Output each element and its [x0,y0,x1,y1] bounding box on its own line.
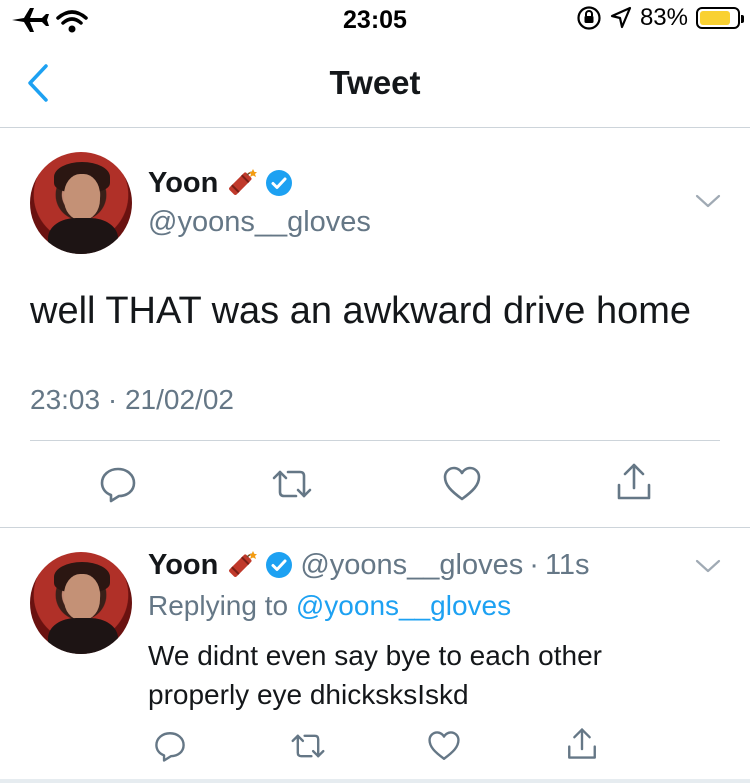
avatar-face [64,174,100,220]
reply-like-button[interactable] [424,726,464,766]
location-icon [610,6,632,29]
retweet-button[interactable] [268,462,316,506]
like-icon [428,731,460,760]
verified-badge-icon [266,170,293,196]
battery-percent: 83% [639,4,688,31]
author-name-row[interactable]: Yoon [148,166,294,200]
tweet-time: 23:03 [30,384,101,415]
chevron-down-icon [695,194,721,208]
reply-icon [100,467,136,503]
reply-author-name: Yoon [148,548,219,581]
reply-icon [155,732,185,762]
share-button[interactable] [612,460,656,504]
replying-to-label: Replying to [148,590,289,621]
reply-separator: · [529,548,539,581]
tweet-text: well THAT was an awkward drive home [30,290,692,332]
avatar-body [48,618,118,654]
avatar-face [64,574,100,620]
reply-button[interactable] [96,462,140,506]
reply-header-row[interactable]: Yoon @yoons__gloves · 11s [148,548,590,582]
chevron-down-icon [695,559,721,573]
reply-avatar[interactable] [30,552,132,654]
avatar[interactable] [30,152,132,254]
status-bar: 23:05 83% [0,0,750,40]
like-button[interactable] [440,462,484,506]
tweet-menu-button[interactable] [694,192,722,215]
battery-level-fill [700,11,730,25]
author-name: Yoon [148,166,219,199]
reply-age: 11s [544,548,590,581]
reply-retweet-button[interactable] [286,726,330,766]
status-right-icons: 83% [576,4,744,32]
section-separator [0,527,750,528]
reply-share-button[interactable] [562,724,602,764]
tweet-timestamp: 23:03 · 21/02/02 [30,384,234,416]
orientation-lock-icon [577,6,601,30]
reply-reply-button[interactable] [150,726,190,766]
nav-divider [0,127,750,128]
replying-to-handle-link[interactable]: @yoons__gloves [296,590,511,621]
like-icon [443,466,481,501]
replying-to-line: Replying to @yoons__gloves [148,590,511,622]
meta-separator: · [107,384,118,415]
share-icon [617,463,651,500]
dynamite-icon [229,551,258,577]
reply-text: We didnt even say bye to each other prop… [148,636,602,714]
page-title: Tweet [329,64,421,101]
reply-author-handle: @yoons__gloves [300,548,524,581]
reply-text-line-2: properly eye dhicksksIskd [148,679,469,710]
meta-divider [30,440,720,441]
battery-icon [696,7,744,29]
reply-menu-button[interactable] [694,557,722,580]
battery-cap [741,15,744,23]
retweet-icon [291,734,325,758]
retweet-icon [272,470,312,498]
bottom-separator [0,779,750,783]
dynamite-icon [229,169,258,195]
avatar-body [48,218,118,254]
author-handle[interactable]: @yoons__gloves [148,206,371,239]
share-icon [568,728,596,759]
reply-text-line-1: We didnt even say bye to each other [148,640,602,671]
tweet-date: 21/02/02 [124,384,234,415]
verified-badge-icon [266,552,293,578]
